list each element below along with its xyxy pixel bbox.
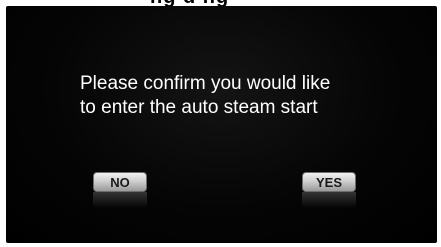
yes-button[interactable]: YES bbox=[302, 172, 356, 192]
no-button[interactable]: NO bbox=[93, 172, 147, 192]
message-line-1: Please confirm you would like bbox=[80, 73, 331, 94]
confirmation-screen: Please confirm you would like to enter t… bbox=[6, 6, 437, 243]
message-line-2: to enter the auto steam start bbox=[80, 97, 318, 118]
yes-button-reflection bbox=[302, 192, 356, 208]
no-button-reflection bbox=[93, 192, 147, 208]
confirmation-message: Please confirm you would like to enter t… bbox=[80, 72, 400, 120]
